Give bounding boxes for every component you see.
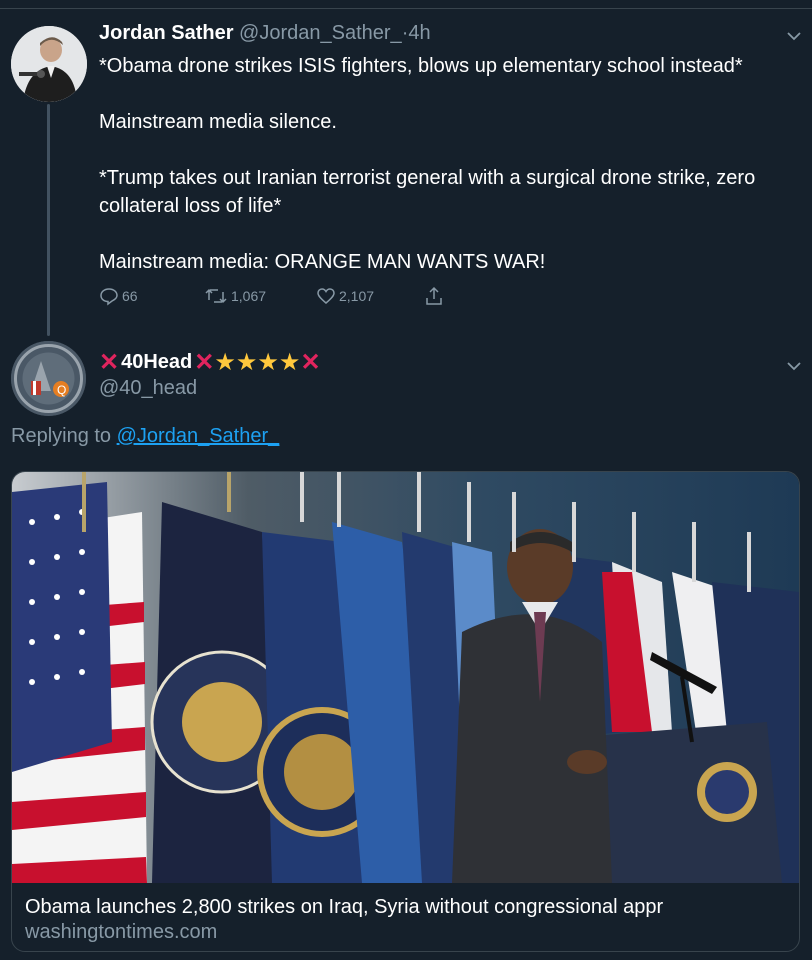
like-button[interactable]: 2,107 [316, 286, 374, 306]
tweet-line: *Obama drone strikes ISIS fighters, blow… [99, 55, 743, 77]
red-cross-emoji: ✕ [99, 348, 120, 376]
reply-display-name: 40Head [121, 351, 193, 373]
card-title: Obama launches 2,800 strikes on Iraq, Sy… [25, 896, 664, 918]
retweet-icon [204, 286, 228, 306]
share-button[interactable] [424, 286, 444, 306]
author-handle[interactable]: @Jordan_Sather_ [239, 22, 402, 44]
tweet-time[interactable]: 4h [408, 22, 430, 44]
retweet-button[interactable]: 1,067 [204, 286, 266, 306]
tweet-line: Mainstream media: ORANGE MAN WANTS WAR! [99, 251, 546, 273]
author-name[interactable]: Jordan Sather [99, 22, 233, 44]
reply-handle[interactable]: @40_head [99, 377, 197, 400]
svg-text:Q: Q [57, 383, 66, 397]
card-domain: washingtontimes.com [25, 921, 218, 943]
tweet-text: *Obama drone strikes ISIS fighters, blow… [99, 52, 799, 276]
jordan-sather-avatar[interactable] [11, 26, 87, 102]
star-emoji: ★ [235, 348, 258, 376]
tweet-line: *Trump takes out Iranian terrorist gener… [99, 167, 756, 217]
replying-to: Replying to @Jordan_Sather_ [11, 425, 279, 448]
tweet-line: Mainstream media silence. [99, 111, 337, 133]
chevron-down-icon[interactable] [786, 28, 802, 44]
replying-to-link[interactable]: @Jordan_Sather_ [117, 425, 280, 447]
red-cross-emoji: ✕ [194, 348, 215, 376]
tweet-header: Jordan Sather @Jordan_Sather_·4h [99, 22, 431, 45]
thread-line [47, 104, 50, 336]
retweet-count: 1,067 [231, 288, 267, 304]
red-cross-emoji: ✕ [300, 348, 321, 376]
star-emoji: ★ [278, 348, 301, 376]
top-divider [0, 8, 812, 9]
card-image [12, 472, 799, 883]
reply-count: 66 [122, 288, 138, 304]
chevron-down-icon[interactable] [786, 358, 802, 374]
reply-author-name[interactable]: ✕ 40Head ✕ ★ ★ ★ ★ ✕ [99, 348, 321, 376]
heart-icon [316, 286, 336, 306]
star-emoji: ★ [257, 348, 279, 376]
share-icon [424, 286, 444, 306]
40head-avatar[interactable]: Q [11, 341, 86, 416]
replying-prefix: Replying to [11, 425, 112, 447]
reply-button[interactable]: 66 [99, 286, 138, 306]
like-count: 2,107 [339, 288, 375, 304]
link-card[interactable]: Obama launches 2,800 strikes on Iraq, Sy… [11, 471, 800, 952]
star-emoji: ★ [214, 348, 236, 376]
comment-icon [99, 286, 119, 306]
